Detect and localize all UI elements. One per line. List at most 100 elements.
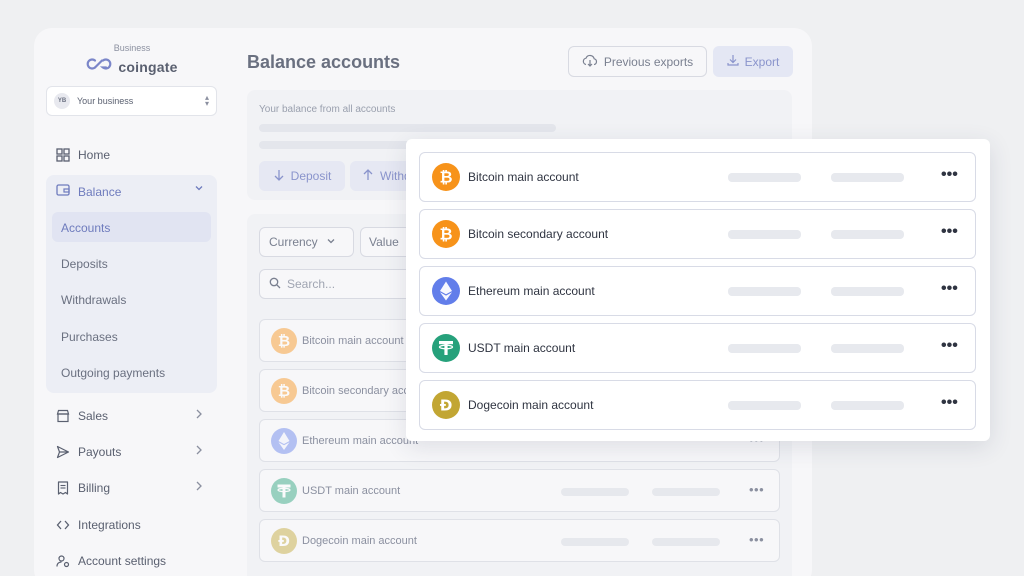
skeleton-bar [831, 344, 904, 353]
more-options-icon[interactable]: ••• [941, 394, 958, 412]
business-selector[interactable]: YB Your business ▴ ▾ [46, 86, 217, 116]
more-options-icon[interactable]: ••• [941, 166, 958, 184]
sidebar: Business coingate YB Your business ▴ ▾ Ho… [34, 28, 230, 576]
sidebar-subitem-withdrawals[interactable]: Withdrawals [61, 293, 126, 307]
account-row-bitcoin-main[interactable]: ₿ Bitcoin main account ••• [419, 152, 976, 202]
more-options-icon[interactable]: ••• [749, 532, 764, 547]
account-row-dogecoin-main[interactable]: Ð Dogecoin main account ••• [419, 380, 976, 430]
more-options-icon[interactable]: ••• [749, 482, 764, 497]
tether-icon [432, 334, 460, 367]
more-options-icon[interactable]: ••• [941, 280, 958, 298]
sidebar-item-account-settings[interactable]: Account settings [56, 551, 166, 571]
button-label: Previous exports [603, 54, 694, 69]
account-name: Bitcoin secondary account [468, 227, 609, 241]
more-options-icon[interactable]: ••• [941, 223, 958, 241]
ethereum-icon [432, 277, 460, 310]
deposit-button[interactable]: Deposit [259, 161, 345, 191]
arrow-up-icon [362, 168, 374, 184]
chevron-right-icon [194, 408, 204, 423]
skeleton-bar [831, 287, 904, 296]
sidebar-subitem-accounts[interactable]: Accounts [61, 221, 110, 235]
account-name: Dogecoin main account [468, 398, 594, 412]
skeleton-bar [259, 124, 556, 132]
more-options-icon[interactable]: ••• [941, 337, 958, 355]
sidebar-subitem-outgoing-payments[interactable]: Outgoing payments [61, 366, 165, 380]
list-item[interactable]: USDT main account ••• [259, 469, 780, 512]
skeleton-bar [561, 538, 629, 546]
filter-label: Value [369, 235, 399, 249]
account-name: USDT main account [302, 485, 401, 497]
send-icon [56, 445, 70, 459]
bitcoin-icon: ₿ [271, 378, 297, 409]
search-icon [269, 277, 281, 292]
bitcoin-icon: ₿ [271, 328, 297, 359]
search-placeholder: Search... [287, 277, 336, 291]
currency-filter[interactable]: Currency [259, 227, 354, 257]
account-row-ethereum-main[interactable]: Ethereum main account ••• [419, 266, 976, 316]
search-input[interactable]: Search... [259, 269, 419, 299]
skeleton-bar [561, 488, 629, 496]
bitcoin-icon: ₿ [432, 220, 460, 253]
tether-icon [271, 478, 297, 509]
brand-name: coingate [118, 58, 178, 75]
svg-text:₿: ₿ [278, 332, 290, 350]
summary-label: Your balance from all accounts [259, 104, 396, 115]
sidebar-item-label: Integrations [78, 518, 141, 532]
sidebar-group-balance: Balance Accounts Deposits Withdrawals Pu… [46, 175, 217, 393]
cloud-download-icon [582, 54, 598, 70]
svg-text:Ð: Ð [440, 397, 453, 415]
skeleton-bar [652, 488, 720, 496]
account-name: Bitcoin main account [302, 335, 404, 347]
sidebar-item-integrations[interactable]: Integrations [56, 515, 141, 535]
skeleton-bar [831, 230, 904, 239]
skeleton-bar [728, 401, 801, 410]
sidebar-subitem-deposits[interactable]: Deposits [61, 257, 108, 271]
wallet-icon [56, 183, 70, 200]
sidebar-item-label: Account settings [78, 554, 167, 568]
sidebar-item-label: Home [78, 148, 111, 162]
skeleton-bar [728, 287, 801, 296]
ethereum-icon [271, 428, 297, 459]
sidebar-item-billing[interactable]: Billing [56, 478, 110, 498]
dogecoin-icon: Ð [432, 391, 460, 424]
svg-text:₿: ₿ [439, 168, 452, 187]
sidebar-item-label: Sales [78, 409, 109, 423]
sidebar-item-balance[interactable]: Balance [56, 183, 121, 200]
skeleton-bar [728, 230, 801, 239]
sidebar-item-payouts[interactable]: Payouts [56, 442, 121, 462]
avatar: YB [54, 93, 70, 109]
user-settings-icon [56, 554, 70, 568]
account-name: Bitcoin secondary acc [302, 385, 409, 397]
sidebar-item-sales[interactable]: Sales [56, 406, 108, 426]
skeleton-bar [652, 538, 720, 546]
skeleton-bar [831, 173, 904, 182]
brand-subtitle: Business [113, 43, 151, 53]
svg-text:Ð: Ð [278, 534, 290, 550]
chevron-down-icon [194, 183, 204, 196]
svg-text:₿: ₿ [278, 382, 290, 400]
list-item[interactable]: Ð Dogecoin main account ••• [259, 519, 780, 562]
skeleton-bar [728, 173, 801, 182]
account-row-usdt-main[interactable]: USDT main account ••• [419, 323, 976, 373]
accounts-popup-card: ₿ Bitcoin main account ••• ₿ Bitcoin sec… [406, 139, 990, 441]
export-button[interactable]: Export [713, 46, 793, 77]
chevron-right-icon [194, 480, 204, 495]
sidebar-item-label: Payouts [78, 445, 122, 459]
sidebar-item-home[interactable]: Home [56, 145, 110, 165]
account-row-bitcoin-secondary[interactable]: ₿ Bitcoin secondary account ••• [419, 209, 976, 259]
page-title: Balance accounts [247, 52, 401, 72]
skeleton-bar [728, 344, 801, 353]
download-icon [727, 54, 739, 69]
grid-icon [56, 148, 70, 162]
sidebar-subitem-purchases[interactable]: Purchases [61, 330, 118, 344]
skeleton-bar [831, 401, 904, 410]
account-name: Ethereum main account [468, 284, 595, 298]
sidebar-item-label: Billing [78, 481, 111, 495]
brand: Business coingate [34, 43, 230, 76]
button-label: Export [744, 54, 780, 69]
previous-exports-button[interactable]: Previous exports [568, 46, 707, 77]
button-label: Deposit [290, 169, 332, 183]
chevron-down-icon [326, 235, 336, 249]
filter-label: Currency [269, 235, 318, 249]
account-name: Dogecoin main account [302, 535, 417, 547]
